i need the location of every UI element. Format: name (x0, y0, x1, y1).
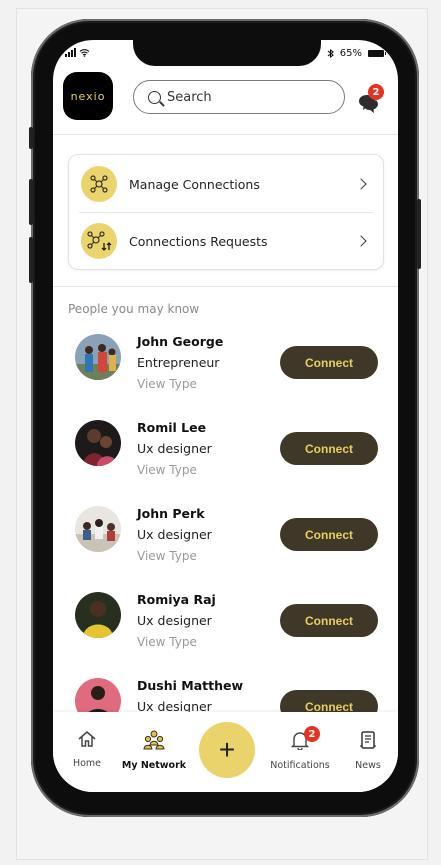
connect-button[interactable]: Connect (280, 604, 378, 637)
search-input[interactable]: Search (133, 80, 345, 114)
section-divider (53, 286, 398, 287)
tab-notifications[interactable]: 2 Notifications (267, 726, 333, 771)
mute-switch (29, 127, 33, 149)
avatar[interactable] (75, 334, 121, 380)
person-role: Entrepreneur (137, 355, 220, 370)
person-name: John Perk (137, 506, 205, 521)
avatar[interactable] (75, 506, 121, 552)
person-view-type[interactable]: View Type (137, 377, 197, 391)
person-card: Romiya Raj Ux designer View Type Connect (53, 592, 398, 678)
power-button (417, 199, 421, 269)
connect-button[interactable]: Connect (280, 432, 378, 465)
tab-news-label: News (355, 760, 381, 771)
tab-home-label: Home (72, 758, 102, 769)
person-name: John George (137, 334, 224, 349)
battery-icon (368, 50, 386, 57)
tab-notifications-label: Notifications (270, 760, 330, 771)
volume-down-button (29, 237, 33, 283)
chat-badge: 2 (368, 84, 384, 100)
connect-button[interactable]: Connect (280, 346, 378, 379)
person-card: John George Entrepreneur View Type Conne… (53, 334, 398, 420)
manage-connections-item[interactable]: Manage Connections (69, 156, 383, 212)
search-icon (148, 90, 161, 104)
news-icon (360, 731, 376, 749)
app-logo[interactable]: nexio (63, 72, 113, 120)
logo-text: nexio (70, 89, 106, 103)
chevron-right-icon (355, 178, 367, 190)
connection-requests-label: Connections Requests (129, 233, 268, 249)
wifi-icon (79, 49, 90, 57)
person-view-type[interactable]: View Type (137, 549, 197, 563)
search-placeholder: Search (167, 89, 212, 105)
person-name: Romil Lee (137, 420, 207, 435)
status-signal (65, 48, 90, 57)
tab-my-network[interactable]: My Network (119, 730, 189, 771)
app-screen: 65% nexio Search 2 Manage Connections Co… (53, 40, 398, 792)
notch (133, 40, 321, 66)
person-role: Ux designer (137, 441, 212, 456)
volume-up-button (29, 179, 33, 225)
network-icon (143, 730, 165, 750)
person-card: John Perk Ux designer View Type Connect (53, 506, 398, 592)
avatar[interactable] (75, 420, 121, 466)
people-network-icon (81, 166, 117, 202)
notifications-badge: 2 (304, 726, 320, 742)
app-header: nexio Search 2 (53, 66, 398, 132)
connection-requests-icon (81, 223, 117, 259)
person-role: Ux designer (137, 613, 212, 628)
chat-button[interactable]: 2 (356, 84, 384, 114)
battery-percent: 65% (339, 48, 362, 59)
section-title: People you may know (68, 302, 200, 316)
tab-my-network-label: My Network (121, 760, 187, 771)
bluetooth-icon (327, 48, 334, 59)
header-divider (53, 134, 398, 135)
status-battery: 65% (327, 48, 386, 59)
tab-news[interactable]: News (351, 730, 385, 771)
person-name: Romiya Raj (137, 592, 216, 607)
person-name: Dushi Matthew (137, 678, 243, 693)
person-view-type[interactable]: View Type (137, 463, 197, 477)
add-post-button[interactable]: + (199, 722, 255, 778)
chevron-right-icon (355, 235, 367, 247)
connect-button[interactable]: Connect (280, 518, 378, 551)
person-card: Romil Lee Ux designer View Type Connect (53, 420, 398, 506)
bottom-tab-bar: Home My Network + 2 Notifications News (53, 712, 398, 792)
connection-requests-item[interactable]: Connections Requests (69, 213, 383, 269)
person-role: Ux designer (137, 527, 212, 542)
person-view-type[interactable]: View Type (137, 635, 197, 649)
avatar[interactable] (75, 592, 121, 638)
tab-home[interactable]: Home (69, 730, 105, 769)
manage-connections-label: Manage Connections (129, 176, 260, 192)
home-icon (78, 731, 96, 747)
signal-icon (65, 48, 76, 57)
network-menu-card: Manage Connections Connections Requests (68, 154, 384, 270)
